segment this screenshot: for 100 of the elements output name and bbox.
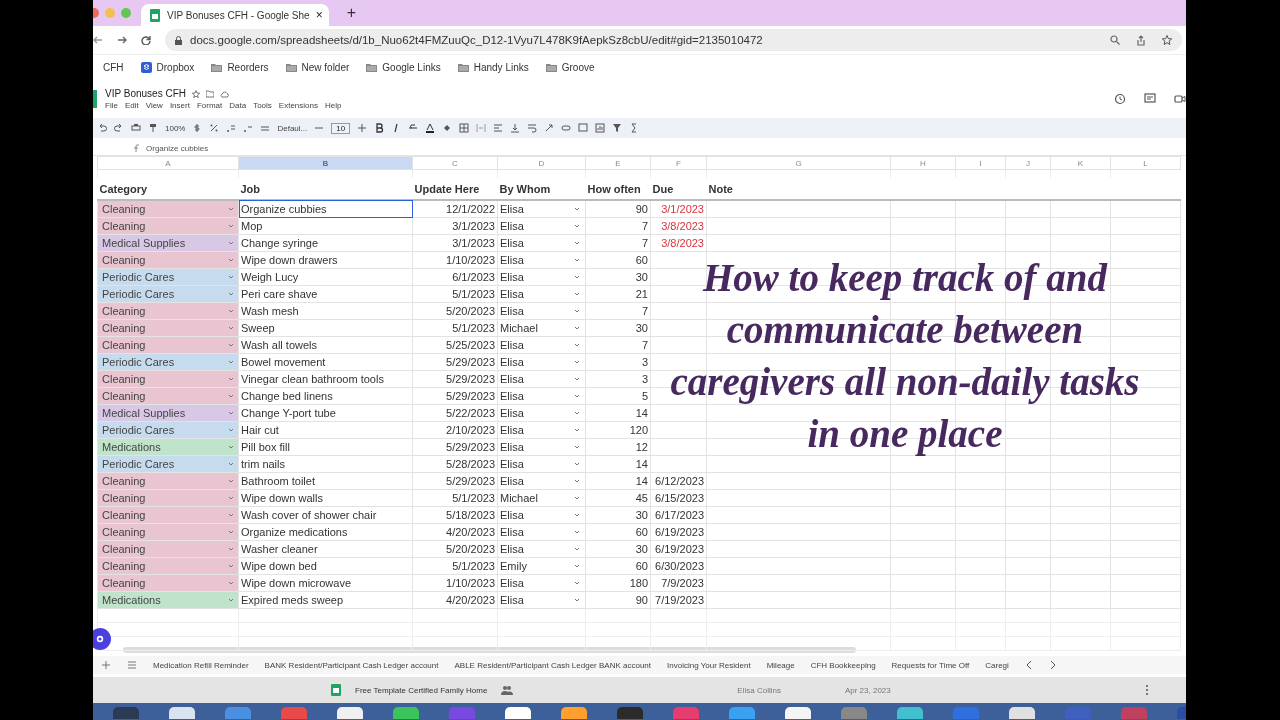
percent-icon[interactable]: [209, 123, 220, 133]
valign-icon[interactable]: [510, 123, 521, 133]
redo-icon[interactable]: [114, 123, 124, 133]
reload-icon[interactable]: [141, 35, 151, 45]
category-chip[interactable]: Cleaning: [98, 558, 238, 574]
bold-icon[interactable]: [374, 123, 385, 133]
chart-icon[interactable]: [595, 123, 606, 133]
share-icon[interactable]: [1136, 34, 1146, 46]
sheet-tab[interactable]: CFH Bookkeeping: [810, 660, 876, 670]
number-format-icon[interactable]: [260, 123, 271, 133]
sheet-tab[interactable]: Invoicing Your Resident: [667, 660, 751, 670]
table-cell[interactable]: Wash all towels: [238, 336, 413, 354]
table-cell[interactable]: Mop: [238, 217, 413, 235]
app-icon[interactable]: [617, 707, 643, 719]
comment-icon[interactable]: [1144, 93, 1156, 105]
category-chip[interactable]: Cleaning: [98, 524, 238, 540]
folder-icon[interactable]: [205, 89, 214, 98]
menu-item[interactable]: Data: [229, 101, 247, 110]
category-chip[interactable]: Periodic Cares: [98, 286, 238, 302]
menu-item[interactable]: File: [105, 101, 118, 110]
column-header[interactable]: I: [955, 156, 1006, 170]
menu-item[interactable]: Extensions: [278, 101, 318, 110]
table-cell[interactable]: Wipe down walls: [238, 489, 413, 507]
app-icon[interactable]: [561, 707, 587, 719]
column-header[interactable]: G: [706, 156, 891, 170]
align-icon[interactable]: [493, 123, 504, 133]
history-icon[interactable]: [1114, 93, 1126, 105]
menu-item[interactable]: Format: [196, 101, 223, 110]
bookmark[interactable]: Groove: [545, 61, 595, 73]
category-chip[interactable]: Cleaning: [98, 252, 238, 268]
category-chip[interactable]: Medications: [98, 592, 238, 608]
column-header[interactable]: A: [97, 156, 239, 170]
more-icon[interactable]: [1144, 684, 1149, 696]
table-cell[interactable]: Vinegar clean bathroom tools: [238, 370, 413, 388]
fill-color-icon[interactable]: [442, 123, 453, 133]
app-icon[interactable]: [393, 707, 419, 719]
sheet-tab[interactable]: Mileage: [766, 660, 795, 670]
font-size-field[interactable]: 10: [331, 122, 351, 134]
all-sheets-icon[interactable]: [127, 660, 137, 670]
scroll-left-icon[interactable]: [1024, 660, 1033, 670]
sheet-tab[interactable]: BANK Resident/Participant Cash Ledger account: [264, 660, 439, 670]
app-icon[interactable]: [505, 707, 531, 719]
bookmark[interactable]: CFH: [103, 61, 124, 73]
app-icon[interactable]: [169, 707, 195, 719]
sheet-tab[interactable]: Caregi: [985, 660, 1009, 670]
column-header[interactable]: E: [585, 156, 651, 170]
table-cell[interactable]: Change Y-port tube: [238, 404, 413, 422]
category-chip[interactable]: Cleaning: [98, 371, 238, 387]
app-icon[interactable]: [785, 707, 811, 719]
zoom-icon[interactable]: [1110, 34, 1120, 45]
comment-icon[interactable]: [578, 123, 589, 133]
new-tab-button[interactable]: +: [346, 4, 357, 22]
sheet-tab[interactable]: Requests for Time Off: [891, 660, 970, 670]
table-cell[interactable]: Washer cleaner: [238, 540, 413, 558]
table-cell[interactable]: Bathroom toilet: [238, 472, 413, 490]
browser-tab[interactable]: VIP Bonuses CFH - Google She ×: [141, 4, 329, 26]
category-chip[interactable]: Cleaning: [98, 541, 238, 557]
category-chip[interactable]: Cleaning: [98, 490, 238, 506]
table-cell[interactable]: trim nails: [238, 455, 413, 473]
table-cell[interactable]: Wipe down microwave: [238, 574, 413, 592]
star-icon[interactable]: [191, 89, 200, 98]
document-title[interactable]: VIP Bonuses CFH: [105, 88, 186, 99]
video-call-icon[interactable]: [1174, 93, 1186, 105]
sheet-tab[interactable]: ABLE Resident/Participant Cash Ledger BANK account: [454, 660, 652, 670]
star-icon[interactable]: [1162, 34, 1172, 45]
address-bar[interactable]: docs.google.com/spreadsheets/d/1b_Nuo62t4FMZuuQc_D12-1Vyu7L478K9fAepkSz8cbU/edit#gid=2135010472: [165, 29, 1182, 51]
bookmark[interactable]: Google Links: [366, 61, 441, 73]
text-color-icon[interactable]: [425, 123, 436, 133]
undo-icon[interactable]: [97, 123, 107, 133]
table-cell[interactable]: Wash mesh: [238, 302, 413, 320]
category-chip[interactable]: Cleaning: [98, 303, 238, 319]
category-chip[interactable]: Medications: [98, 439, 238, 455]
link-icon[interactable]: [561, 123, 572, 133]
category-chip[interactable]: Cleaning: [98, 201, 238, 217]
table-cell[interactable]: Weigh Lucy: [238, 268, 413, 286]
bookmark[interactable]: New folder: [285, 61, 350, 73]
borders-icon[interactable]: [459, 123, 470, 133]
column-header[interactable]: B: [238, 156, 413, 170]
scroll-right-icon[interactable]: [1048, 660, 1057, 670]
column-header[interactable]: C: [412, 156, 498, 170]
decimal-icon[interactable]: [243, 123, 254, 133]
plus-icon[interactable]: [357, 123, 368, 133]
table-cell[interactable]: Wipe down bed: [238, 557, 413, 575]
horizontal-scrollbar[interactable]: [123, 647, 856, 653]
table-cell[interactable]: Peri care shave: [238, 285, 413, 303]
category-chip[interactable]: Cleaning: [98, 575, 238, 591]
category-chip[interactable]: Cleaning: [98, 337, 238, 353]
decimal-icon[interactable]: [226, 123, 237, 133]
back-icon[interactable]: [93, 35, 103, 45]
category-chip[interactable]: Medical Supplies: [98, 405, 238, 421]
menu-item[interactable]: View: [145, 101, 163, 110]
rotate-icon[interactable]: [544, 123, 555, 133]
app-icon[interactable]: [729, 707, 755, 719]
print-icon[interactable]: [131, 123, 141, 133]
column-header[interactable]: D: [497, 156, 586, 170]
category-chip[interactable]: Cleaning: [98, 218, 238, 234]
menu-item[interactable]: Edit: [124, 101, 139, 110]
menu-item[interactable]: Help: [325, 101, 342, 110]
category-chip[interactable]: Periodic Cares: [98, 269, 238, 285]
table-cell[interactable]: Expired meds sweep: [238, 591, 413, 609]
